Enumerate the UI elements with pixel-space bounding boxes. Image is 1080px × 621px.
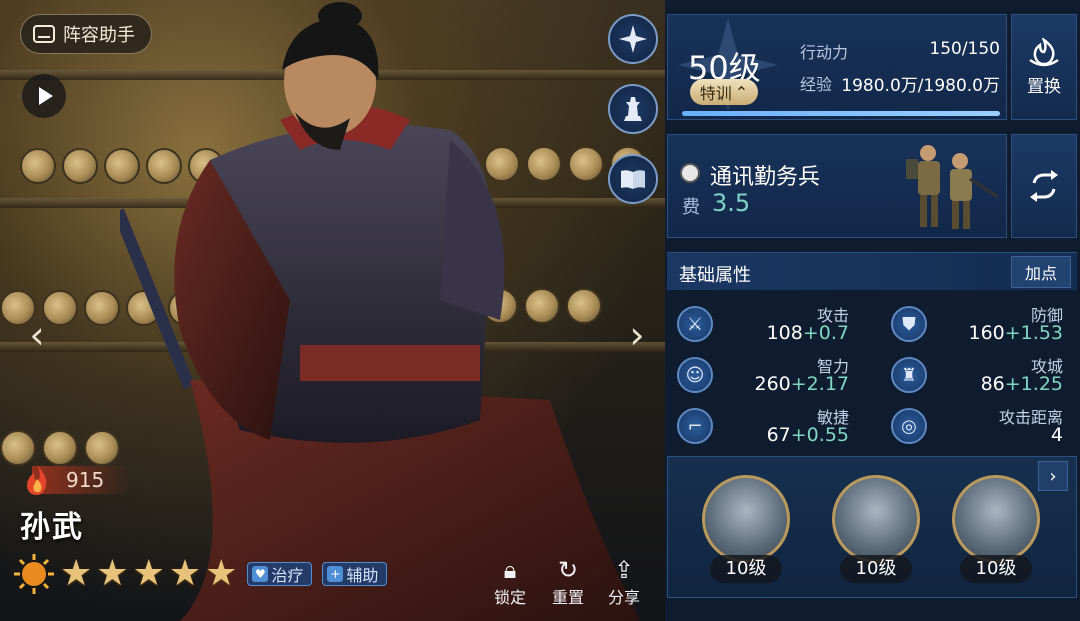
compass-star-icon bbox=[619, 25, 647, 53]
soldiers-illustration-icon bbox=[906, 145, 999, 229]
lineup-helper-label: 阵容助手 bbox=[63, 25, 135, 46]
swap-button[interactable]: 置换 bbox=[1011, 14, 1077, 120]
skill-portrait-icon bbox=[702, 475, 790, 563]
shield-icon: ⛊ bbox=[891, 306, 927, 342]
lineup-icon bbox=[33, 25, 55, 43]
compass-button[interactable] bbox=[608, 14, 658, 64]
level-card: 50级 特训 ⌃ 行动力 150/150 经验 1980.0万/1980.0万 bbox=[667, 14, 1007, 120]
brain-head-icon: ☺ bbox=[677, 357, 713, 393]
special-training-button[interactable]: 特训 ⌃ bbox=[690, 79, 758, 105]
reset-button[interactable]: ↻ 重置 bbox=[546, 556, 590, 608]
next-hero-button[interactable]: › bbox=[620, 313, 654, 357]
skill-slot-3[interactable]: 10级 bbox=[946, 475, 1046, 587]
exp-value: 1980.0万/1980.0万 bbox=[841, 76, 1000, 96]
action-power-label: 行动力 bbox=[800, 43, 849, 62]
role-tag-support: + 辅助 bbox=[322, 562, 388, 586]
exp-label: 经验 bbox=[800, 75, 833, 94]
troop-cost-label: 费 bbox=[682, 197, 700, 218]
attr-intelligence: ☺ 智力 260+2.17 bbox=[667, 351, 857, 399]
skill-slot-1[interactable]: 10级 bbox=[696, 475, 796, 587]
swap-flame-icon bbox=[1029, 37, 1059, 66]
hero-name: 孙武 bbox=[20, 510, 84, 545]
role-label: 辅助 bbox=[346, 566, 379, 585]
hero-info-panel: 50级 特训 ⌃ 行动力 150/150 经验 1980.0万/1980.0万 bbox=[665, 0, 1080, 621]
attr-value: 4 bbox=[1050, 424, 1063, 446]
castle-icon: ♜ bbox=[891, 357, 927, 393]
attr-siege: ♜ 攻城 86+1.25 bbox=[881, 351, 1071, 399]
star-icon: ★ bbox=[60, 553, 93, 594]
skills-card: › 10级 10级 10级 bbox=[667, 456, 1077, 598]
share-label: 分享 bbox=[607, 588, 640, 607]
attr-value: 67+0.55 bbox=[766, 424, 849, 446]
attr-attack: ⚔︎ 攻击 108+0.7 bbox=[667, 300, 857, 348]
swap-label: 置换 bbox=[1027, 76, 1061, 97]
troop-name: 通讯勤务兵 bbox=[710, 165, 821, 190]
skill-slot-2[interactable]: 10级 bbox=[826, 475, 926, 587]
share-button[interactable]: ⇪ 分享 bbox=[602, 556, 646, 608]
share-icon: ⇪ bbox=[613, 556, 635, 584]
role-tag-heal: ♥ 治疗 bbox=[247, 562, 313, 586]
boot-icon: ⌐ bbox=[677, 408, 713, 444]
base-attributes-header: 基础属性 加点 bbox=[667, 252, 1077, 290]
flame-icon bbox=[27, 465, 47, 495]
chevron-up-icon: ⌃ bbox=[734, 82, 749, 102]
shield-plus-icon: + bbox=[327, 566, 344, 582]
sun-badge-icon bbox=[14, 554, 54, 594]
add-points-button[interactable]: 加点 bbox=[1011, 256, 1071, 288]
troop-type-icon bbox=[680, 163, 700, 183]
attr-value: 86+1.25 bbox=[980, 373, 1063, 395]
skill-portrait-icon bbox=[832, 475, 920, 563]
attr-value: 160+1.53 bbox=[968, 322, 1064, 344]
skill-level: 10级 bbox=[840, 555, 912, 583]
reset-icon: ↻ bbox=[557, 556, 579, 584]
skill-portrait-icon bbox=[952, 475, 1040, 563]
open-book-icon bbox=[621, 170, 645, 189]
special-training-label: 特训 bbox=[699, 84, 732, 103]
star-rating: ★ ★ ★ ★ ★ ♥ 治疗 + 辅助 bbox=[12, 552, 388, 596]
sword-icon: ⚔︎ bbox=[677, 306, 713, 342]
hero-figure bbox=[120, 2, 640, 621]
action-power-value: 150/150 bbox=[929, 39, 1000, 59]
chess-piece-icon bbox=[624, 97, 642, 121]
troop-cost-value: 3.5 bbox=[712, 189, 751, 217]
star-icon: ★ bbox=[96, 553, 129, 594]
biography-button[interactable] bbox=[608, 154, 658, 204]
chevron-left-icon: ‹ bbox=[29, 313, 45, 357]
lock-button[interactable]: 🔒︎ 锁定 bbox=[488, 556, 532, 608]
prev-hero-button[interactable]: ‹ bbox=[20, 313, 54, 357]
add-points-label: 加点 bbox=[1024, 264, 1057, 283]
reset-label: 重置 bbox=[551, 588, 584, 607]
combat-power: 915 bbox=[22, 463, 131, 497]
hero-detail-screen: 阵容助手 ‹ › 915 孙武 ★ ★ ★ ★ ★ ♥ 治疗 + 辅助 🔒︎ 锁… bbox=[0, 0, 1080, 621]
refresh-arrows-icon bbox=[1030, 170, 1058, 202]
chevron-right-icon: › bbox=[629, 313, 645, 357]
star-icon: ★ bbox=[168, 553, 202, 594]
exp-row: 经验 1980.0万/1980.0万 bbox=[800, 71, 1000, 96]
star-icon: ★ bbox=[205, 553, 238, 594]
skill-level: 10级 bbox=[960, 555, 1032, 583]
lock-label: 锁定 bbox=[493, 588, 526, 607]
role-label: 治疗 bbox=[271, 566, 304, 585]
switch-troop-button[interactable] bbox=[1011, 134, 1077, 238]
star-icon: ★ bbox=[132, 553, 165, 594]
heart-icon: ♥ bbox=[252, 566, 269, 582]
chevron-right-icon: › bbox=[1049, 465, 1057, 487]
attr-attack-range: ◎ 攻击距离 4 bbox=[881, 402, 1071, 450]
attr-agility: ⌐ 敏捷 67+0.55 bbox=[667, 402, 857, 450]
troop-card[interactable]: 通讯勤务兵 费 3.5 bbox=[667, 134, 1007, 238]
base-attributes-title: 基础属性 bbox=[679, 265, 751, 286]
action-power-row: 行动力 150/150 bbox=[800, 39, 1000, 63]
lock-icon: 🔒︎ bbox=[503, 556, 517, 584]
attr-value: 108+0.7 bbox=[766, 322, 849, 344]
exp-progress-fill bbox=[682, 111, 1000, 116]
chess-button[interactable] bbox=[608, 84, 658, 134]
skill-level: 10级 bbox=[710, 555, 782, 583]
attr-value: 260+2.17 bbox=[754, 373, 850, 395]
attr-defense: ⛊ 防御 160+1.53 bbox=[881, 300, 1071, 348]
hero-portrait-scene: 阵容助手 ‹ › 915 孙武 ★ ★ ★ ★ ★ ♥ 治疗 + 辅助 🔒︎ 锁… bbox=[0, 0, 665, 621]
exp-progress-bar bbox=[682, 111, 1000, 116]
play-video-button[interactable] bbox=[22, 74, 66, 118]
lineup-helper-button[interactable]: 阵容助手 bbox=[20, 14, 152, 54]
range-icon: ◎ bbox=[891, 408, 927, 444]
